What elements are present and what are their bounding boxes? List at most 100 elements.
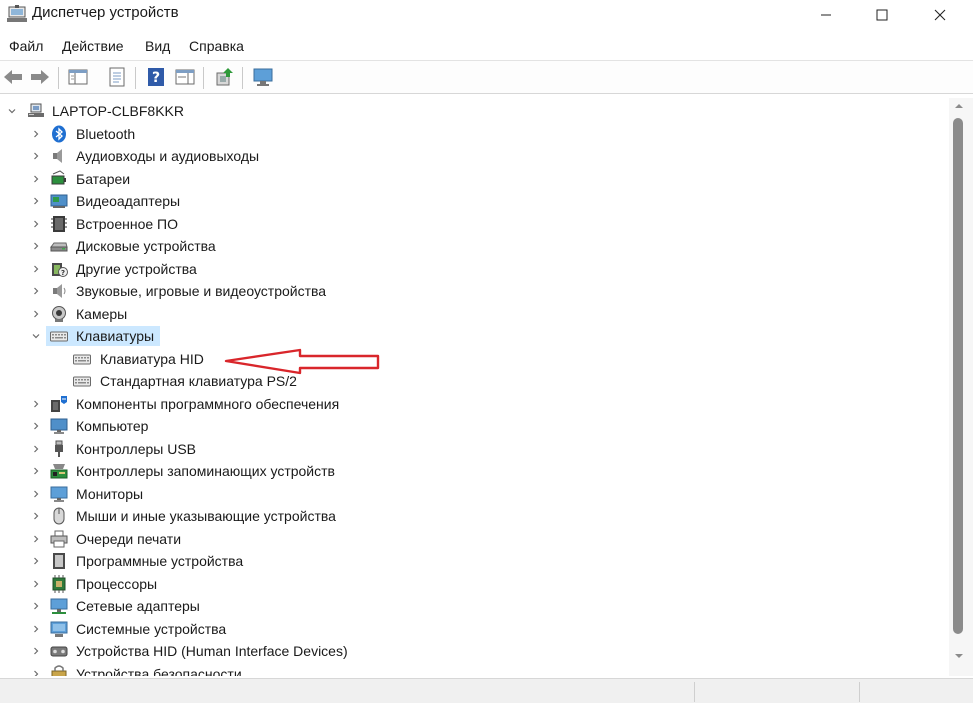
tree-category-label: Встроенное ПО <box>76 215 178 232</box>
minimize-icon <box>821 14 831 16</box>
maximize-icon <box>876 9 888 21</box>
help-icon: ? <box>148 68 164 86</box>
tree-category-row[interactable] <box>0 168 949 190</box>
scan-hardware-button[interactable] <box>252 66 274 88</box>
menu-file[interactable]: Файл <box>9 38 43 54</box>
scan-hardware-icon <box>253 68 273 86</box>
forward-arrow-icon <box>31 70 49 84</box>
storage-controller-icon <box>50 464 68 479</box>
chevron-right-icon[interactable] <box>31 241 41 251</box>
tree-root-label: LAPTOP-CLBF8KKR <box>52 103 185 119</box>
display-adapter-icon <box>50 194 68 208</box>
back-button[interactable] <box>2 66 24 88</box>
chevron-right-icon[interactable] <box>31 264 41 274</box>
window-title: Диспетчер устройств <box>32 4 179 21</box>
disk-drive-icon <box>50 242 68 252</box>
help-button[interactable]: ? <box>145 66 167 88</box>
scroll-down-icon[interactable] <box>952 650 966 662</box>
tree-category-label: Клавиатуры <box>76 328 155 344</box>
chevron-right-icon[interactable] <box>31 669 41 677</box>
bluetooth-icon <box>52 125 66 142</box>
update-driver-icon <box>216 68 233 86</box>
chevron-right-icon[interactable] <box>31 399 41 409</box>
menu-help[interactable]: Справка <box>189 38 244 54</box>
sound-device-icon <box>53 284 66 298</box>
forward-button[interactable] <box>29 66 51 88</box>
chevron-right-icon[interactable] <box>31 489 41 499</box>
chevron-right-icon[interactable] <box>31 579 41 589</box>
svg-text:?: ? <box>152 70 160 86</box>
tree-category-label: Мониторы <box>76 485 144 502</box>
tree-category-label: Компоненты программного обеспечения <box>76 395 340 412</box>
computer-icon <box>50 418 68 434</box>
properties-button[interactable] <box>106 66 128 88</box>
tree-category-label: Аудиовходы и аудиовыходы <box>76 148 260 164</box>
tree-category-row[interactable] <box>0 303 949 325</box>
scroll-up-icon[interactable] <box>952 100 966 112</box>
tree-category-label: Камеры <box>76 305 128 322</box>
camera-icon <box>52 305 66 322</box>
chevron-right-icon[interactable] <box>31 129 41 139</box>
tree-category-label: Системные устройства <box>76 620 227 637</box>
chevron-right-icon[interactable] <box>31 196 41 206</box>
keyboard-icon <box>73 376 91 387</box>
chevron-right-icon[interactable] <box>31 466 41 476</box>
toolbar: ? <box>0 60 973 94</box>
chevron-right-icon[interactable] <box>31 421 41 431</box>
unknown-device-icon: ? <box>52 262 68 277</box>
tree-category-label: Звуковые, игровые и видеоустройства <box>76 283 327 299</box>
tree-category-label: Процессоры <box>76 575 158 592</box>
tree-category-label: Другие устройства <box>76 260 197 277</box>
chevron-right-icon[interactable] <box>31 624 41 634</box>
status-bar <box>0 678 973 703</box>
chevron-right-icon[interactable] <box>31 219 41 229</box>
back-arrow-icon <box>4 70 22 84</box>
chevron-right-icon[interactable] <box>31 151 41 161</box>
chevron-right-icon[interactable] <box>31 309 41 319</box>
security-device-icon <box>51 664 67 676</box>
properties-icon <box>109 67 125 87</box>
chevron-right-icon[interactable] <box>31 511 41 521</box>
menu-bar: Файл Действие Вид Справка <box>0 34 973 58</box>
tree-category-label: Контроллеры запоминающих устройств <box>76 463 335 479</box>
scrollbar-thumb[interactable] <box>953 118 963 634</box>
chevron-right-icon[interactable] <box>31 601 41 611</box>
computer-root-icon <box>28 103 44 117</box>
tree-category-label: Программные устройства <box>76 553 244 569</box>
minimize-button[interactable] <box>797 0 855 30</box>
menu-action[interactable]: Действие <box>62 38 124 54</box>
chevron-right-icon[interactable] <box>31 174 41 184</box>
device-tree[interactable]: LAPTOP-CLBF8KKR Bluetooth Аудиовходы и ауд… <box>0 98 949 676</box>
chevron-down-icon[interactable] <box>31 331 41 341</box>
update-driver-button[interactable] <box>213 66 235 88</box>
chevron-right-icon[interactable] <box>31 646 41 656</box>
chevron-right-icon[interactable] <box>31 556 41 566</box>
tree-category-label: Устройства безопасности <box>76 665 242 677</box>
tree-category-row[interactable] <box>0 123 949 145</box>
close-button[interactable] <box>911 0 969 30</box>
tree-category-label: Устройства HID (Human Interface Devices) <box>76 643 348 659</box>
maximize-button[interactable] <box>853 0 911 30</box>
tree-category-label: Компьютер <box>76 418 149 434</box>
hid-icon <box>50 646 68 657</box>
console-tree-button[interactable] <box>67 66 89 88</box>
menu-view[interactable]: Вид <box>145 38 170 54</box>
monitor-icon <box>50 486 68 502</box>
keyboard-icon <box>73 354 91 364</box>
chevron-down-icon[interactable] <box>7 106 17 116</box>
chevron-right-icon[interactable] <box>31 534 41 544</box>
chevron-right-icon[interactable] <box>31 286 41 296</box>
close-icon <box>934 9 946 21</box>
tree-device-label: Клавиатура HID <box>100 350 204 367</box>
mouse-icon <box>53 507 65 525</box>
network-adapter-icon <box>50 598 68 614</box>
tree-category-label: Сетевые адаптеры <box>76 598 200 614</box>
software-device-icon <box>53 553 65 569</box>
action-pane-button[interactable] <box>174 66 196 88</box>
chevron-right-icon[interactable] <box>31 444 41 454</box>
tree-category-label: Bluetooth <box>76 125 136 142</box>
title-bar: Диспетчер устройств <box>0 0 973 30</box>
tree-category-label: Очереди печати <box>76 530 182 547</box>
device-manager-icon <box>7 5 27 22</box>
action-pane-icon <box>175 69 195 85</box>
